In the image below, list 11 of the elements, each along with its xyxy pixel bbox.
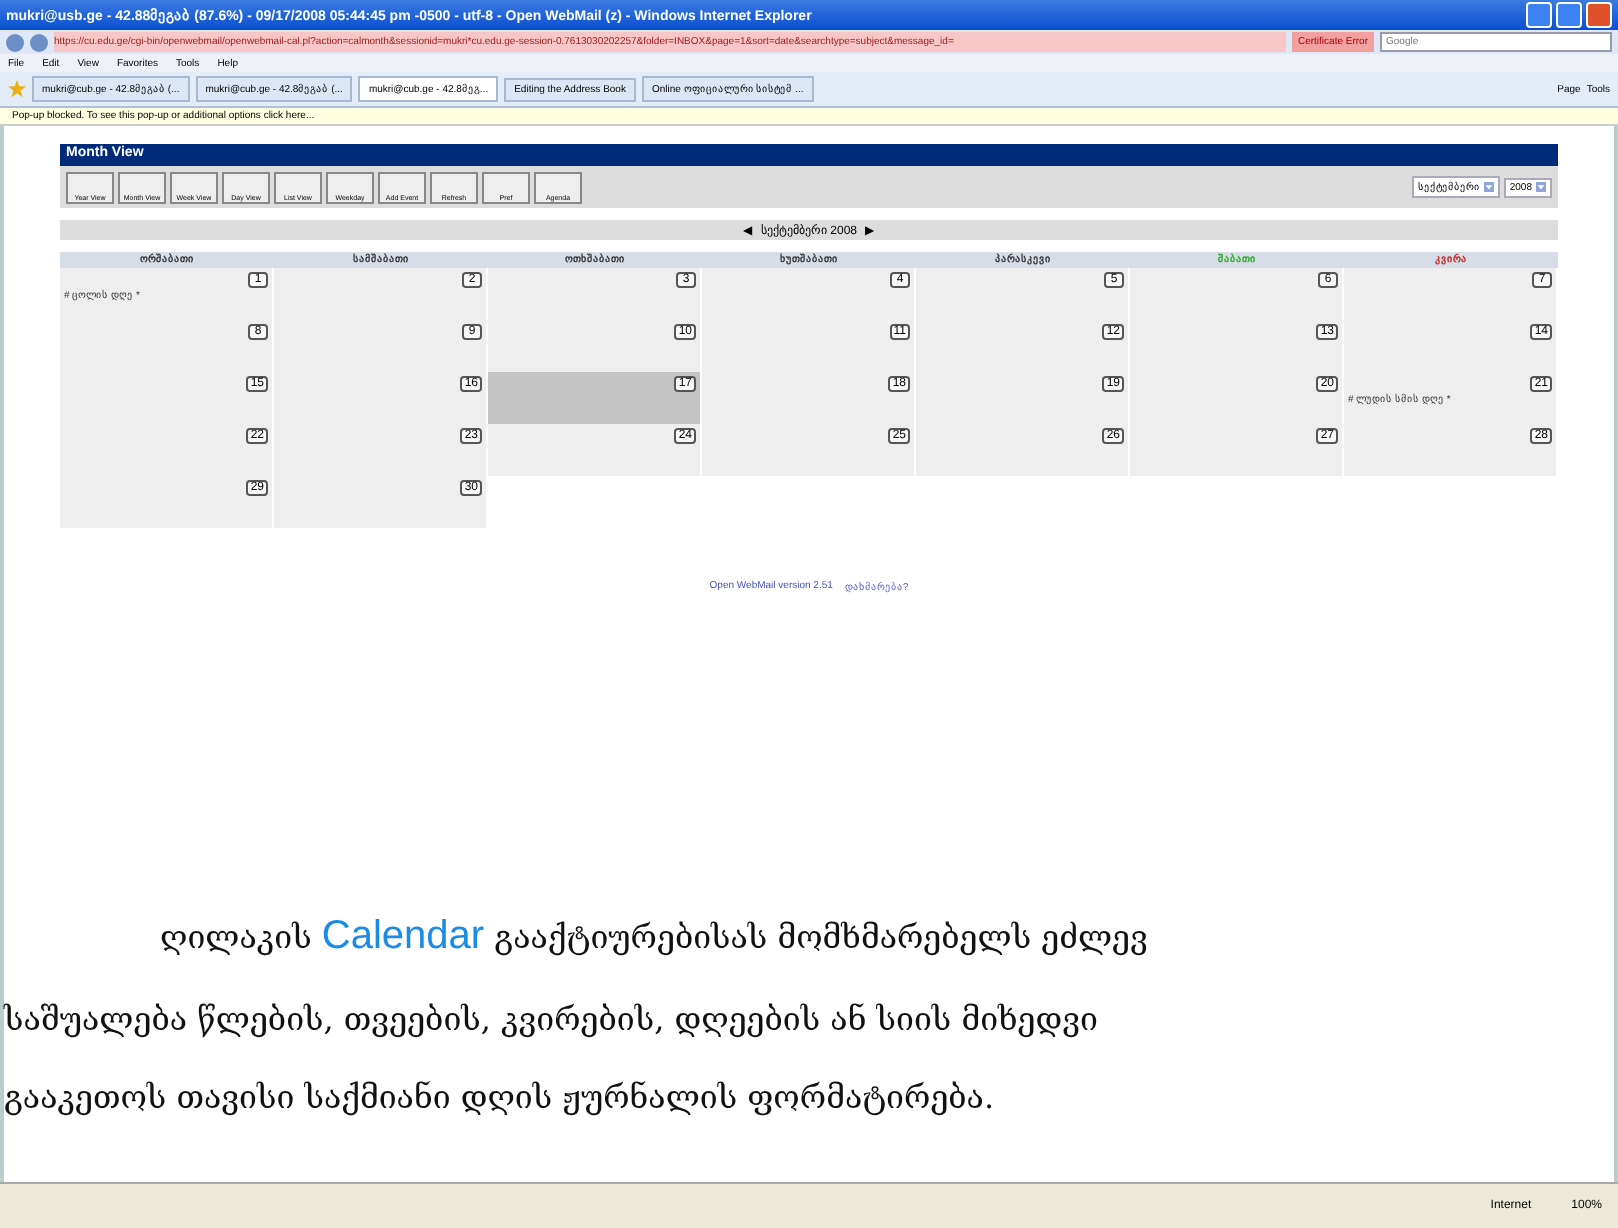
- forward-button[interactable]: [30, 33, 48, 51]
- description-text: ღილაკის Calendar გააქტიურებისას მომხმარებელს ეძლევ: [158, 914, 1150, 960]
- back-button[interactable]: [6, 33, 24, 51]
- star-icon[interactable]: [8, 80, 26, 98]
- description-text: გააკეთოს თავისი საქმიანი დღის ჟურნალის ფორმატირება.: [4, 1078, 997, 1116]
- description-text: საშუალება წლების, თვეების, კვირების, დღეების ან სიის მიხედვი: [4, 1000, 1100, 1038]
- dropdown-arrow-icon[interactable]: [1536, 182, 1546, 192]
- maximize-button[interactable]: [1556, 2, 1582, 28]
- minimize-button[interactable]: [1526, 2, 1552, 28]
- close-button[interactable]: [1586, 2, 1612, 28]
- dropdown-arrow-icon[interactable]: [1483, 182, 1494, 192]
